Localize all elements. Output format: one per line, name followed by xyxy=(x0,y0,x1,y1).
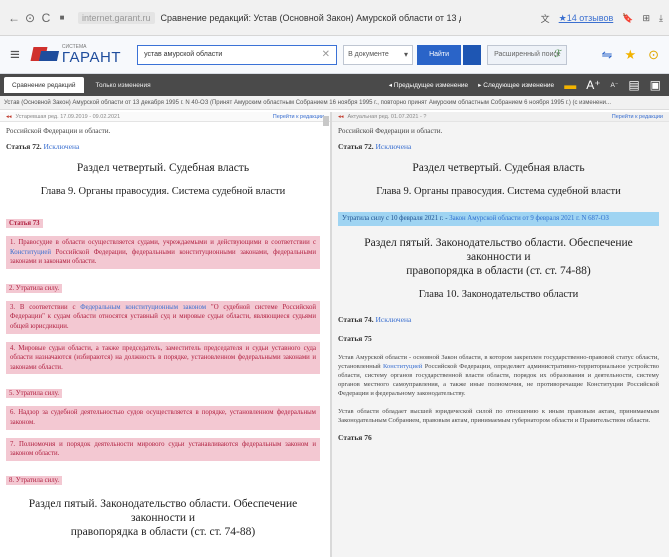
left-art73-p2: 2. Утратила силу. xyxy=(6,283,63,293)
left-art73-p3: 3. В соответствии с Федеральным конститу… xyxy=(6,300,320,334)
right-section5-line1: Раздел пятый. Законодательство области. … xyxy=(364,236,633,263)
left-art73-p5: 5. Утратила силу. xyxy=(6,389,63,399)
lock-icon: ■ xyxy=(59,13,65,22)
right-edition-panel: ◂◂ Актуальная ред. 01.07.2021 - ? Перейт… xyxy=(332,112,669,557)
right-constitution-link[interactable]: Конституцией xyxy=(383,363,422,370)
chevron-down-icon: ▾ xyxy=(404,50,409,59)
left-section4-heading: Раздел четвертый. Судебная власть xyxy=(76,162,250,174)
right-goto-edition-link[interactable]: Перейти к редакции xyxy=(612,114,663,120)
help-icon[interactable]: ⊙ xyxy=(648,47,659,63)
left-goto-edition-link[interactable]: Перейти к редакции xyxy=(273,114,324,120)
left-section5-line1: Раздел пятый. Законодательство области. … xyxy=(28,497,298,524)
right-art72: Статья 72. Исключена xyxy=(338,142,659,151)
right-art75-heading: Статья 75 xyxy=(338,333,372,343)
url-domain[interactable]: internet.garant.ru xyxy=(78,11,155,24)
left-art73-p6: 6. Надзор за судебной деятельностью судо… xyxy=(6,406,320,430)
logo-name: ГАРАНТ xyxy=(61,48,122,66)
hamburger-menu-icon[interactable]: ≡ xyxy=(10,45,20,65)
right-lost-text: Утратила силу с 10 февраля 2021 г. - xyxy=(342,215,448,222)
advanced-search-label: Расширенный поиск xyxy=(494,51,560,58)
tab-compare-editions[interactable]: Сравнение редакций xyxy=(4,77,84,93)
prev-change-label: Предыдущее изменение xyxy=(393,82,469,89)
download-icon[interactable]: ⤓ xyxy=(659,13,663,24)
left-constitution-link[interactable]: Конституцией xyxy=(10,249,51,256)
print-icon[interactable]: ▤ xyxy=(628,78,639,92)
translate-icon[interactable]: 文 xyxy=(541,12,550,25)
clear-search-icon[interactable]: ✕ xyxy=(322,49,330,60)
tab-changes-only[interactable]: Только изменения xyxy=(88,77,159,93)
save-icon[interactable]: ▣ xyxy=(650,78,661,92)
document-title: Устав (Основной Закон) Амурской области … xyxy=(0,96,669,110)
garant-logo[interactable]: СИСТЕМА ГАРАНТ xyxy=(30,44,122,66)
browser-bar: ← ⊙ C ■ internet.garant.ru Сравнение ред… xyxy=(0,0,669,36)
right-lost-force-note: Утратила силу с 10 февраля 2021 г. - Зак… xyxy=(338,212,659,226)
garant-logo-mark xyxy=(30,45,59,65)
right-section4-heading: Раздел четвертый. Судебная власть xyxy=(412,162,585,174)
edition-marker-icon-right: ◂◂ xyxy=(338,113,344,120)
advanced-search-icon: ℱ xyxy=(554,49,563,60)
bookmark-icon[interactable]: 🔖 xyxy=(622,13,633,24)
search-input[interactable]: устав амурской области ✕ xyxy=(137,44,338,65)
favorite-icon[interactable]: ★ xyxy=(624,47,636,63)
left-art73-p1: 1. Правосудие в области осуществляется с… xyxy=(6,236,320,269)
left-art72: Статья 72. Исключена xyxy=(6,142,320,151)
right-art74-label: Статья 74. xyxy=(338,314,374,324)
edition-marker-icon: ◂◂ xyxy=(6,113,12,120)
search-scope-select[interactable]: В документе ▾ xyxy=(343,44,414,65)
right-art76-heading: Статья 76 xyxy=(338,433,372,443)
find-button[interactable]: Найти xyxy=(417,44,462,65)
compare-icon[interactable]: ⇋ xyxy=(602,47,613,63)
left-p1-text: 1. Правосудие в области осуществляется с… xyxy=(10,239,316,246)
right-art74-excluded-link[interactable]: Исключена xyxy=(375,315,411,324)
home-icon[interactable]: ⊙ xyxy=(22,11,38,25)
right-art72-label: Статья 72. xyxy=(338,142,374,151)
prev-change-button[interactable]: ◂ Предыдущее изменение xyxy=(389,81,468,89)
left-edition-bar: ◂◂ Устаревшая ред. 17.09.2019 - 09.02.20… xyxy=(0,112,330,122)
left-art73-p8: 8. Утратила силу. xyxy=(6,475,63,485)
left-art72-excluded-link[interactable]: Исключена xyxy=(43,142,79,151)
back-icon[interactable]: ← xyxy=(6,11,22,25)
left-art73-p7: 7. Полномочия и порядок деятельности мир… xyxy=(6,437,320,461)
font-larger-button[interactable]: A⁺ xyxy=(586,78,600,92)
right-edition-label[interactable]: Актуальная ред. 01.07.2021 - ? xyxy=(348,114,427,120)
left-art72-label: Статья 72. xyxy=(6,142,42,151)
highlight-icon[interactable]: ▬ xyxy=(564,78,576,92)
reviews-link[interactable]: ★14 отзывов xyxy=(559,13,614,24)
left-top-text: Российской Федерации и области. xyxy=(6,127,111,135)
right-art72-excluded-link[interactable]: Исключена xyxy=(375,142,411,151)
left-art73-p4: 4. Мировые судьи области, а также предсе… xyxy=(6,341,320,375)
left-p1-tail: Российской Федерации, федеральными конст… xyxy=(10,248,316,266)
search-scope-value: В документе xyxy=(348,51,389,58)
right-section5-heading: Раздел пятый. Законодательство области. … xyxy=(338,236,659,278)
right-art75-p2: Устав области обладает высшей юридическо… xyxy=(338,407,659,424)
collections-icon[interactable]: ⊞ xyxy=(642,13,650,24)
left-p3-head: 3. В соответствии с xyxy=(10,303,76,311)
right-art74: Статья 74. Исключена xyxy=(338,315,659,324)
left-section5-heading: Раздел пятый. Законодательство области. … xyxy=(6,497,320,539)
app-toolbar: ≡ СИСТЕМА ГАРАНТ устав амурской области … xyxy=(0,36,669,74)
find-options-button[interactable] xyxy=(463,44,482,65)
left-section5-line2: правопорядка в области (ст. ст. 74-88) xyxy=(70,525,256,538)
font-smaller-button[interactable]: A⁻ xyxy=(611,81,619,89)
search-input-value: устав амурской области xyxy=(144,51,223,58)
right-section5-line2: правопорядка в области (ст. ст. 74-88) xyxy=(406,264,591,277)
right-chapter10-heading: Глава 10. Законодательство области xyxy=(418,288,579,300)
left-art73-heading: Статья 73 xyxy=(6,219,43,228)
right-chapter9-heading: Глава 9. Органы правосудия. Система суде… xyxy=(376,186,621,197)
document-tabs: Сравнение редакций Только изменения ◂ Пр… xyxy=(0,74,669,96)
next-change-label: Следующее изменение xyxy=(483,82,555,89)
browser-tab-title: Сравнение редакций: Устав (Основной Зако… xyxy=(160,12,461,23)
advanced-search-button[interactable]: Расширенный поиск ℱ xyxy=(487,44,568,65)
right-edition-bar: ◂◂ Актуальная ред. 01.07.2021 - ? Перейт… xyxy=(332,112,669,122)
left-chapter9-heading: Глава 9. Органы правосудия. Система суде… xyxy=(40,186,286,197)
left-edition-label[interactable]: Устаревшая ред. 17.09.2019 - 09.02.2021 xyxy=(16,114,121,120)
next-change-button[interactable]: ▸ Следующее изменение xyxy=(478,81,554,89)
left-edition-panel: ◂◂ Устаревшая ред. 17.09.2019 - 09.02.20… xyxy=(0,112,330,557)
right-top-text: Российской Федерации и области. xyxy=(338,127,443,135)
right-art75-p1: Устав Амурской области - основной Закон … xyxy=(338,353,659,399)
reload-icon[interactable]: C xyxy=(38,11,54,25)
left-scroll-thumb[interactable] xyxy=(323,116,329,126)
right-lost-law-link[interactable]: Закон Амурской области от 9 февраля 2021… xyxy=(449,215,609,222)
left-fkz-link[interactable]: Федеральным конституционным законом xyxy=(80,304,206,311)
